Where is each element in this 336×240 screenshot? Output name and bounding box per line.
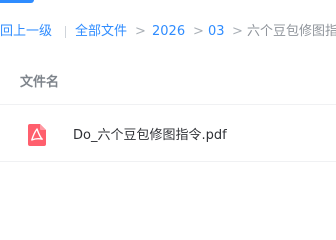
file-list-header: 文件名 [0, 62, 336, 105]
chevron-right-icon: > [135, 24, 146, 39]
breadcrumb-divider [65, 26, 66, 38]
top-accent-bar [0, 0, 34, 3]
file-row[interactable]: Do_六个豆包修图指令.pdf [0, 105, 336, 162]
column-header-file-name[interactable]: 文件名 [20, 71, 59, 90]
file-name[interactable]: Do_六个豆包修图指令.pdf [73, 124, 227, 143]
file-browser-page: 回上一级 全部文件 > 2026 > 03 > 六个豆包修图指令 文件名 Do_… [0, 0, 336, 208]
breadcrumb-current-folder: 六个豆包修图指令 [247, 24, 336, 39]
pdf-file-icon [27, 123, 47, 147]
breadcrumb-back-link[interactable]: 回上一级 [0, 22, 52, 42]
chevron-right-icon: > [232, 24, 243, 39]
breadcrumb-all-files-link[interactable]: 全部文件 [75, 22, 127, 42]
chevron-right-icon: > [193, 24, 204, 39]
breadcrumb-month-link[interactable]: 03 [208, 22, 225, 42]
breadcrumb-year-link[interactable]: 2026 [152, 22, 185, 42]
breadcrumb: 回上一级 全部文件 > 2026 > 03 > 六个豆包修图指令 [0, 22, 336, 42]
